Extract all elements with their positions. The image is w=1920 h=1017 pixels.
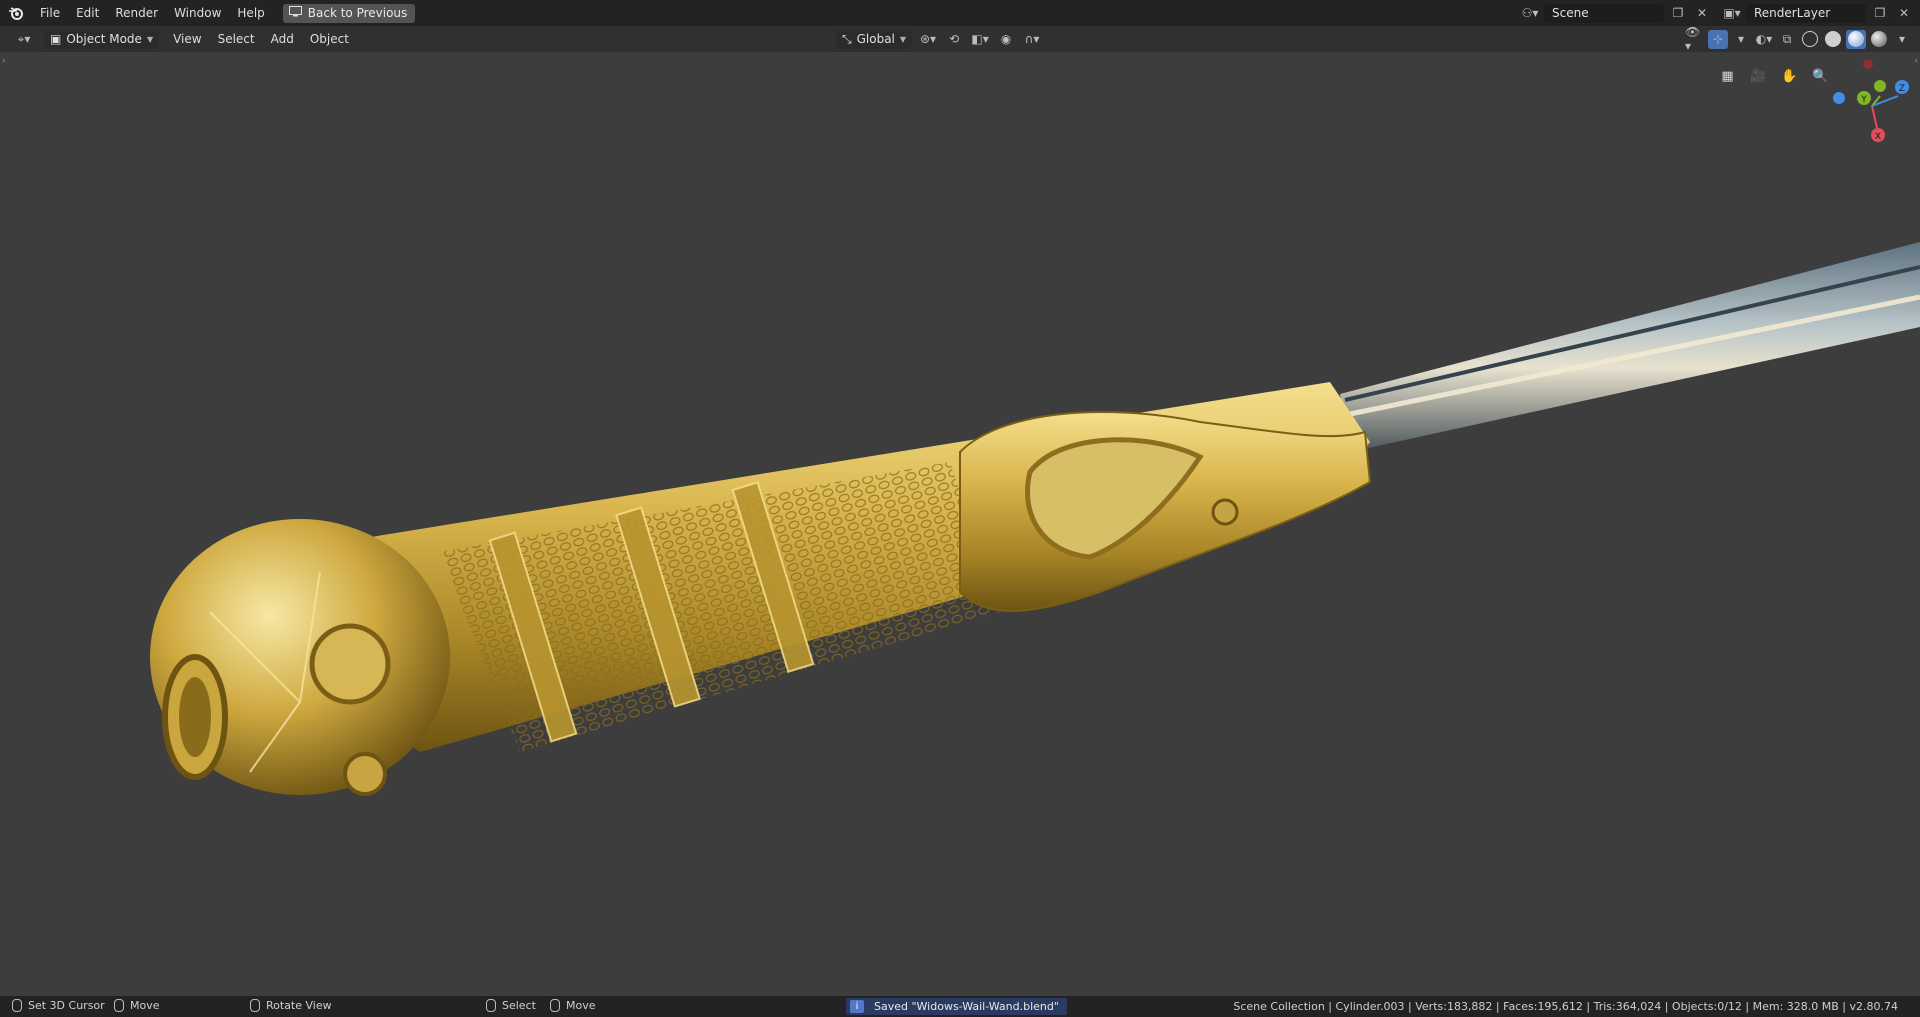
status-hint-label: Move bbox=[566, 999, 596, 1012]
delete-layer-icon[interactable]: ✕ bbox=[1894, 4, 1914, 23]
wand-handle bbox=[340, 382, 1372, 752]
x-negative-axis-icon[interactable] bbox=[1863, 60, 1873, 69]
info-icon: i bbox=[850, 1000, 864, 1013]
screen-icon bbox=[288, 6, 302, 20]
pivot-icon[interactable]: ⊛▾ bbox=[918, 30, 938, 49]
orientation-dropdown[interactable]: ⤡ Global ▼ bbox=[836, 29, 913, 49]
snap-target-icon[interactable]: ◧▾ bbox=[970, 30, 990, 49]
menu-file[interactable]: File bbox=[32, 0, 68, 26]
scene-statistics: Scene Collection | Cylinder.003 | Verts:… bbox=[1233, 1000, 1898, 1013]
status-hint-select: Select bbox=[486, 999, 536, 1012]
shading-options-icon[interactable]: ▾ bbox=[1892, 30, 1912, 49]
editor-type-icon[interactable]: ⌖▾ bbox=[10, 30, 38, 49]
wand-rod bbox=[1340, 242, 1920, 452]
gizmo-toggle-icon[interactable]: ⊹ bbox=[1708, 29, 1728, 49]
snap-icon[interactable]: ⟲ bbox=[944, 30, 964, 49]
menu-add[interactable]: Add bbox=[263, 26, 302, 52]
visibility-icon[interactable]: 👁▾ bbox=[1685, 25, 1705, 53]
orientation-label: Global bbox=[856, 32, 895, 46]
menu-object[interactable]: Object bbox=[302, 26, 357, 52]
object-mode-icon: ▣ bbox=[50, 32, 62, 46]
y-negative-axis-icon[interactable] bbox=[1874, 80, 1886, 92]
wireframe-shading-icon[interactable] bbox=[1800, 30, 1820, 49]
scene-icon[interactable]: ⚇▾ bbox=[1520, 4, 1540, 23]
menu-help[interactable]: Help bbox=[229, 0, 272, 26]
view-layer-icon[interactable]: ▣▾ bbox=[1722, 4, 1742, 23]
chevron-down-icon: ▼ bbox=[146, 34, 154, 44]
back-to-previous-label: Back to Previous bbox=[307, 6, 408, 20]
new-layer-icon[interactable]: ❐ bbox=[1870, 4, 1890, 23]
material-shading-icon[interactable] bbox=[1846, 29, 1866, 49]
status-hint-rotate: Rotate View bbox=[250, 999, 332, 1012]
mouse-left-icon bbox=[12, 999, 22, 1012]
status-hint-label: Move bbox=[130, 999, 160, 1012]
blender-logo-icon[interactable] bbox=[0, 0, 32, 26]
navigation-buttons: ▦ 🎥 ✋ 🔍 bbox=[1715, 64, 1833, 89]
xray-icon[interactable]: ⧉ bbox=[1777, 30, 1797, 49]
viewport-header: ⌖▾ ▣ Object Mode ▼ View Select Add Objec… bbox=[0, 25, 1920, 53]
delete-scene-icon[interactable]: ✕ bbox=[1692, 4, 1712, 23]
status-hint-cursor: Set 3D Cursor bbox=[12, 999, 105, 1012]
wand-pommel bbox=[150, 519, 450, 796]
chevron-down-icon: ▼ bbox=[899, 34, 907, 44]
mode-label: Object Mode bbox=[66, 32, 142, 46]
status-hint-label: Select bbox=[502, 999, 536, 1012]
mouse-drag-icon bbox=[114, 999, 124, 1012]
scene-selectors: ⚇▾ Scene ❐ ✕ ▣▾ RenderLayer ❐ ✕ bbox=[1520, 0, 1920, 26]
status-hint-label: Set 3D Cursor bbox=[28, 999, 105, 1012]
orientation-icon: ⤡ bbox=[842, 31, 852, 46]
new-scene-icon[interactable]: ❐ bbox=[1668, 4, 1688, 23]
z-negative-axis-icon[interactable] bbox=[1833, 92, 1845, 104]
status-hint-label: Rotate View bbox=[266, 999, 332, 1012]
3d-viewport[interactable]: › ‹ ▦ 🎥 ✋ 🔍 Z Y X bbox=[0, 52, 1920, 996]
status-hint-move-2: Move bbox=[550, 999, 596, 1012]
scene-field[interactable]: Scene bbox=[1544, 3, 1664, 23]
wand-model[interactable] bbox=[0, 52, 1920, 996]
mouse-drag-icon bbox=[550, 999, 560, 1012]
falloff-icon[interactable]: ∩▾ bbox=[1022, 30, 1042, 49]
proportional-edit-icon[interactable]: ◉ bbox=[996, 30, 1016, 49]
mode-dropdown[interactable]: ▣ Object Mode ▼ bbox=[44, 29, 160, 49]
overlay-icon[interactable]: ◐▾ bbox=[1754, 30, 1774, 49]
status-bar: Set 3D Cursor Move Rotate View Select Mo… bbox=[0, 996, 1920, 1017]
transform-tools: ⤡ Global ▼ ⊛▾ ⟲ ◧▾ ◉ ∩▾ bbox=[836, 26, 1042, 52]
solid-shading-icon[interactable] bbox=[1823, 30, 1843, 49]
menu-edit[interactable]: Edit bbox=[68, 0, 107, 26]
svg-text:Y: Y bbox=[1860, 95, 1867, 105]
hand-icon[interactable]: ✋ bbox=[1777, 64, 1802, 89]
mouse-middle-icon bbox=[250, 999, 260, 1012]
mouse-right-icon bbox=[486, 999, 496, 1012]
svg-text:Z: Z bbox=[1899, 84, 1905, 94]
rendered-shading-icon[interactable] bbox=[1869, 30, 1889, 49]
save-notification[interactable]: i Saved "Widows-Wail-Wand.blend" bbox=[846, 998, 1067, 1015]
save-message: Saved "Widows-Wail-Wand.blend" bbox=[874, 1000, 1059, 1013]
top-bar: File Edit Render Window Help Back to Pre… bbox=[0, 0, 1920, 26]
camera-icon[interactable]: 🎥 bbox=[1746, 64, 1771, 89]
menu-view[interactable]: View bbox=[165, 26, 209, 52]
grid-icon[interactable]: ▦ bbox=[1715, 64, 1740, 89]
viewport-display-tools: 👁▾ ⊹ ▾ ◐▾ ⧉ ▾ bbox=[1685, 25, 1912, 53]
axis-gizmo[interactable]: Z Y X bbox=[1822, 60, 1912, 150]
menu-render[interactable]: Render bbox=[107, 0, 166, 26]
menu-select[interactable]: Select bbox=[210, 26, 263, 52]
svg-text:X: X bbox=[1875, 132, 1881, 142]
back-to-previous-button[interactable]: Back to Previous bbox=[282, 3, 416, 23]
render-layer-field[interactable]: RenderLayer bbox=[1746, 3, 1866, 23]
status-hint-move: Move bbox=[114, 999, 160, 1012]
gizmo-dropdown-icon[interactable]: ▾ bbox=[1731, 30, 1751, 49]
menu-window[interactable]: Window bbox=[166, 0, 229, 26]
